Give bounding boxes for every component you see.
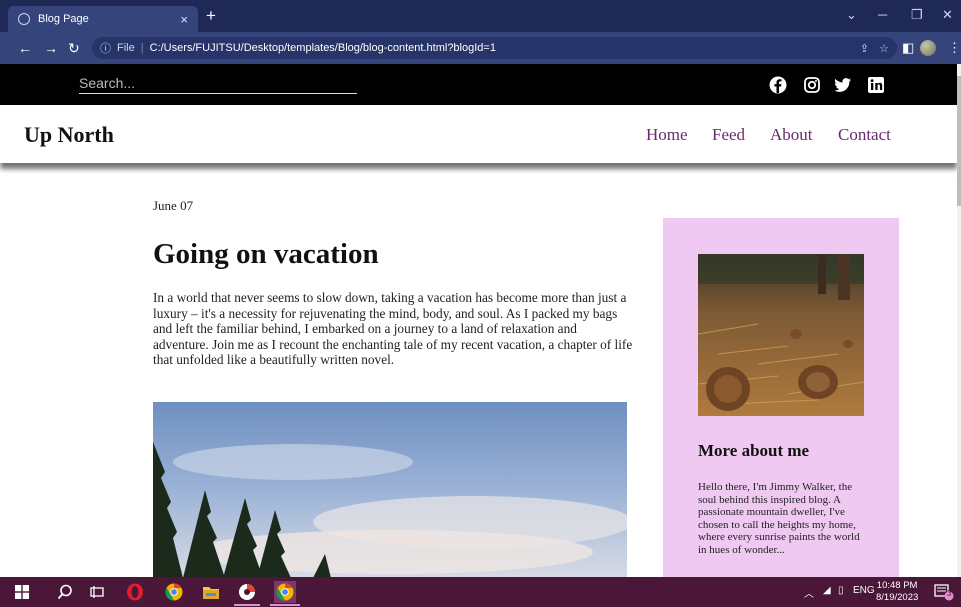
maximize-button[interactable]: ❐ (911, 7, 923, 23)
clock-date: 8/19/2023 (876, 592, 919, 603)
post-hero-image (153, 402, 627, 577)
post-body: In a world that never seems to slow down… (153, 290, 633, 367)
close-window-button[interactable]: ✕ (942, 7, 953, 23)
app-icon[interactable] (237, 582, 257, 602)
sidebar-title: More about me (698, 441, 810, 460)
globe-icon (18, 13, 30, 25)
site-logo[interactable]: Up North (24, 122, 114, 148)
clock-time: 10:48 PM (876, 580, 918, 591)
nav-contact[interactable]: Contact (838, 125, 891, 145)
tab-close-button[interactable]: × (180, 12, 188, 27)
minimize-button[interactable]: ─ (878, 7, 887, 22)
scrollbar-thumb[interactable] (957, 76, 961, 206)
nav-about[interactable]: About (770, 125, 813, 145)
linkedin-icon[interactable] (867, 76, 885, 94)
profile-avatar[interactable] (920, 40, 936, 56)
language-indicator[interactable]: ENG (853, 585, 875, 596)
url-scheme-label: File (117, 42, 135, 54)
info-icon[interactable]: ⓘ (100, 40, 111, 56)
reload-icon[interactable]: ↻ (68, 40, 80, 57)
about-sidebar: More about me Hello there, I'm Jimmy Wal… (663, 218, 899, 577)
active-indicator (270, 604, 300, 606)
nav-home[interactable]: Home (646, 125, 688, 145)
post-date: June 07 (153, 198, 194, 213)
chrome-icon[interactable] (164, 582, 184, 602)
new-tab-button[interactable]: + (206, 6, 216, 26)
post-title: Going on vacation (153, 238, 379, 270)
notification-badge: 3 (947, 589, 952, 598)
nav-feed[interactable]: Feed (712, 125, 745, 145)
facebook-icon[interactable] (769, 76, 787, 94)
opera-icon[interactable] (125, 582, 145, 602)
instagram-icon[interactable] (803, 76, 821, 94)
url-input[interactable]: ⓘ File | C:/Users/FUJITSU/Desktop/templa… (92, 37, 897, 59)
tray-chevron-icon[interactable]: ︿ (804, 585, 814, 600)
forward-arrow-icon[interactable]: → (44, 40, 58, 56)
search-icon[interactable] (55, 582, 75, 602)
browser-tab-bar: Blog Page × + ⌄ ─ ❐ ✕ (0, 0, 961, 32)
active-indicator (234, 604, 260, 606)
url-separator: | (140, 42, 144, 54)
taskbar-clock[interactable]: 10:48 PM 8/19/2023 (876, 580, 918, 604)
tab-title: Blog Page (38, 13, 89, 25)
back-arrow-icon[interactable]: ← (18, 40, 32, 56)
sidebar-bio: Hello there, I'm Jimmy Walker, the soul … (698, 481, 860, 556)
search-input[interactable]: Search... (79, 75, 357, 94)
url-text: C:/Users/FUJITSU/Desktop/templates/Blog/… (149, 42, 496, 54)
task-view-icon[interactable] (87, 582, 107, 602)
address-bar-row: ← → ↻ ⓘ File | C:/Users/FUJITSU/Desktop/… (0, 32, 961, 64)
file-explorer-icon[interactable] (201, 582, 221, 602)
taskbar: ︿ ◢ ▯ ENG 10:48 PM 8/19/2023 3 (0, 577, 961, 607)
browser-tab[interactable]: Blog Page × (8, 6, 198, 32)
battery-icon[interactable]: ▯ (838, 585, 844, 596)
top-bar: Search... (0, 64, 957, 105)
site-header: Up North Home Feed About Contact (0, 105, 957, 163)
sidepanel-icon[interactable]: ◧ (902, 40, 914, 56)
chrome-active-icon[interactable] (274, 581, 296, 603)
pinecone-image (698, 254, 864, 416)
network-icon[interactable]: ◢ (823, 585, 831, 596)
share-icon[interactable]: ⇪ (860, 42, 869, 55)
windows-start-icon[interactable] (12, 582, 32, 602)
twitter-icon[interactable] (834, 76, 852, 94)
bookmark-star-icon[interactable]: ☆ (879, 42, 889, 55)
page-viewport: Search... Up North Home Feed About Conta… (0, 64, 961, 577)
tab-search-chevron-icon[interactable]: ⌄ (846, 7, 857, 23)
browser-menu-icon[interactable]: ⋮ (948, 40, 961, 56)
